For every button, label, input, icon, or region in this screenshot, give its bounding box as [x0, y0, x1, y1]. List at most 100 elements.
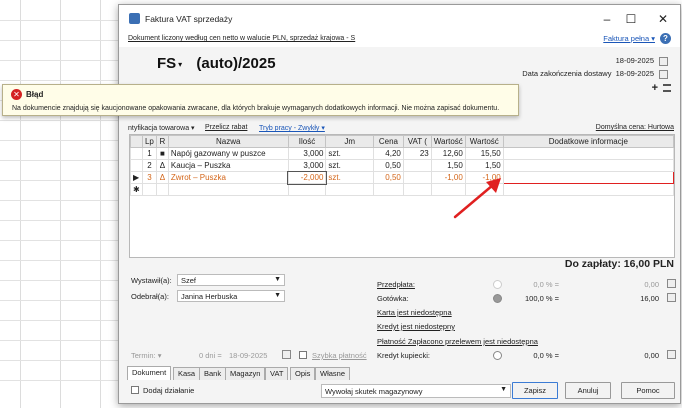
cell-info-highlighted[interactable]: [502, 171, 675, 184]
cancel-button[interactable]: Anuluj: [565, 382, 611, 399]
cell-net[interactable]: 12,60: [430, 147, 466, 160]
invoice-type-link[interactable]: Faktura pełna ▾: [603, 34, 655, 43]
card-unavailable[interactable]: Karta jest niedostępna: [377, 308, 452, 317]
menu-icon[interactable]: [663, 84, 671, 92]
cell-name[interactable]: Zwrot – Puszka: [167, 171, 289, 184]
cell-info[interactable]: [502, 147, 675, 160]
tab-opis[interactable]: Opis: [290, 367, 316, 380]
column-header[interactable]: Jm: [325, 135, 374, 148]
prepay-label[interactable]: Przedpłata:: [377, 280, 415, 289]
chevron-down-icon[interactable]: ▾: [178, 60, 182, 69]
quick-pay-label[interactable]: Szybka płatność: [312, 351, 367, 360]
buyer-credit-radio[interactable]: [493, 351, 502, 360]
cell-empty[interactable]: [287, 183, 327, 196]
number-value[interactable]: (auto)/2025: [196, 55, 275, 72]
ident-dropdown[interactable]: ntyfikacja towarowa ▾: [128, 124, 195, 132]
cell-info[interactable]: [502, 159, 675, 172]
cell-net[interactable]: 1,50: [430, 159, 466, 172]
cell-r[interactable]: Δ: [155, 171, 169, 184]
cell-price[interactable]: 4,20: [372, 147, 404, 160]
cell-jm[interactable]: szt.: [325, 159, 374, 172]
calendar-icon[interactable]: [667, 350, 676, 359]
table-row[interactable]: 2 Δ Kaucja – Puszka 3,000 szt. 0,50 1,50…: [130, 159, 675, 172]
cell-lp[interactable]: 1: [141, 147, 157, 160]
calendar-icon[interactable]: [659, 56, 668, 66]
prepay-radio[interactable]: [493, 280, 502, 289]
help-icon[interactable]: ?: [660, 33, 671, 44]
cell-name[interactable]: Kaucja – Puszka: [167, 159, 289, 172]
column-header[interactable]: Nazwa: [167, 135, 289, 148]
cell-r[interactable]: ■: [155, 147, 169, 160]
cell-jm[interactable]: szt.: [325, 147, 374, 160]
close-button[interactable]: ✕: [651, 10, 675, 28]
calendar-icon[interactable]: [667, 293, 676, 302]
issued-combo[interactable]: Szef ▼: [177, 274, 285, 286]
help-button[interactable]: Pomoc: [621, 382, 675, 399]
received-combo[interactable]: Janina Herbuska ▼: [177, 290, 285, 302]
column-header[interactable]: Dodatkowe informacje: [502, 135, 675, 148]
cell-vat[interactable]: 23: [402, 147, 432, 160]
quick-pay-checkbox[interactable]: [299, 351, 307, 359]
buyer-credit-pct[interactable]: 0,0 % =: [509, 351, 559, 360]
delivery-date-value[interactable]: 18-09-2025: [616, 69, 654, 78]
add-action-checkbox[interactable]: [131, 386, 139, 394]
prepay-pct[interactable]: 0,0 % =: [509, 280, 559, 289]
column-header[interactable]: R: [155, 135, 169, 148]
column-header[interactable]: Wartość: [464, 135, 504, 148]
cell-empty[interactable]: [502, 183, 675, 196]
column-header[interactable]: VAT (: [402, 135, 432, 148]
maximize-button[interactable]: ☐: [619, 10, 643, 28]
cell-empty[interactable]: [402, 183, 432, 196]
transfer-unavailable[interactable]: Płatność Zapłacono przelewem jest niedos…: [377, 337, 538, 346]
table-row-new[interactable]: ✱: [130, 183, 675, 196]
document-description[interactable]: Dokument liczony według cen netto w walu…: [128, 35, 355, 42]
tab-bank[interactable]: Bank: [199, 367, 227, 380]
cell-empty[interactable]: [372, 183, 404, 196]
add-icon[interactable]: +: [652, 82, 658, 94]
tab-kasa[interactable]: Kasa: [173, 367, 201, 380]
price-type-link[interactable]: Domyślna cena: Hurtowa: [596, 124, 674, 131]
cell-empty[interactable]: [325, 183, 374, 196]
cell-qty[interactable]: 3,000: [287, 159, 327, 172]
calendar-icon[interactable]: [659, 69, 668, 79]
minimize-button[interactable]: –: [595, 10, 619, 28]
column-header[interactable]: Ilość: [287, 135, 327, 148]
cell-vat[interactable]: [402, 171, 432, 184]
cell-name[interactable]: Napój gazowany w puszce: [167, 147, 289, 160]
cell-lp[interactable]: 2: [141, 159, 157, 172]
cell-r[interactable]: Δ: [155, 159, 169, 172]
credit-unavailable[interactable]: Kredyt jest niedostępny: [377, 322, 455, 331]
cell-price[interactable]: 0,50: [372, 171, 404, 184]
cell-price[interactable]: 0,50: [372, 159, 404, 172]
cell-gross[interactable]: 1,50: [464, 159, 504, 172]
table-row-selected[interactable]: ▶ 3 Δ Zwrot – Puszka -2,000 szt. 0,50 -1…: [130, 170, 675, 185]
cell-qty[interactable]: 3,000: [287, 147, 327, 160]
cash-radio[interactable]: [493, 294, 502, 303]
cell-empty[interactable]: [141, 183, 157, 196]
column-header[interactable]: Cena: [372, 135, 404, 148]
save-button[interactable]: Zapisz: [512, 382, 558, 399]
column-header[interactable]: Lp: [141, 135, 157, 148]
column-header[interactable]: Wartość: [430, 135, 466, 148]
chevron-down-icon[interactable]: ▾: [158, 351, 162, 360]
cell-empty[interactable]: [167, 183, 289, 196]
buyer-credit-value[interactable]: 0,00: [615, 351, 659, 360]
cell-jm[interactable]: szt.: [325, 171, 374, 184]
mode-link[interactable]: Tryb pracy - Zwykły ▾: [259, 124, 325, 132]
issue-date-value[interactable]: 18-09-2025: [616, 56, 654, 65]
tab-magazyn[interactable]: Magazyn: [225, 367, 266, 380]
cell-gross[interactable]: 15,50: [464, 147, 504, 160]
series-selector[interactable]: FS: [157, 55, 176, 72]
calendar-icon[interactable]: [667, 279, 676, 288]
table-row[interactable]: 1 ■ Napój gazowany w puszce 3,000 szt. 4…: [130, 147, 675, 160]
cash-pct[interactable]: 100,0 % =: [509, 294, 559, 303]
cell-lp[interactable]: 3: [141, 171, 157, 184]
cell-vat[interactable]: [402, 159, 432, 172]
tab-wlasne[interactable]: Własne: [315, 367, 351, 380]
warehouse-effect-combo[interactable]: Wywołaj skutek magazynowy ▼: [321, 384, 511, 398]
tab-vat[interactable]: VAT: [265, 367, 289, 380]
tab-document[interactable]: Dokument: [127, 366, 172, 380]
cell-empty[interactable]: [155, 183, 169, 196]
cash-value[interactable]: 16,00: [615, 294, 659, 303]
cell-qty[interactable]: -2,000: [287, 170, 327, 185]
